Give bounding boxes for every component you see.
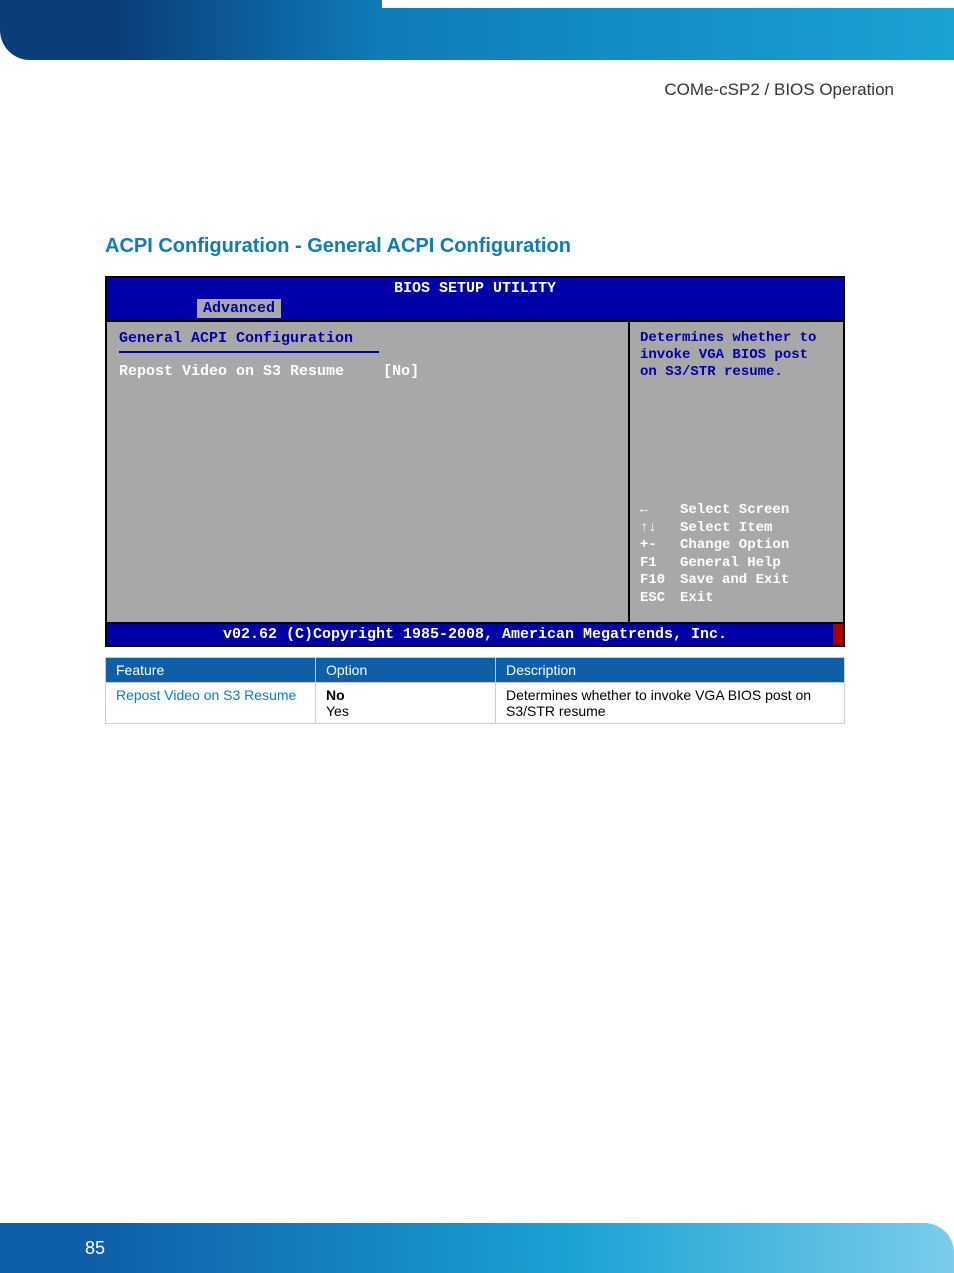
nav-action: Save and Exit <box>680 572 789 588</box>
nav-key: +- <box>640 537 680 555</box>
td-feature: Repost Video on S3 Resume <box>106 683 316 724</box>
nav-key: ← <box>640 502 680 520</box>
header-breadcrumb: COMe-cSP2 / BIOS Operation <box>664 80 894 100</box>
top-banner <box>0 0 954 60</box>
option-bold: No <box>326 687 345 703</box>
page-number: 85 <box>85 1238 105 1259</box>
bios-footer: v02.62 (C)Copyright 1985-2008, American … <box>107 622 843 645</box>
bios-option-label: Repost Video on S3 Resume <box>119 363 344 380</box>
help-line: invoke VGA BIOS post <box>640 347 833 364</box>
th-feature: Feature <box>106 658 316 683</box>
nav-row: ←Select Screen <box>640 502 789 520</box>
nav-key: F1 <box>640 555 680 573</box>
page-content: ACPI Configuration - General ACPI Config… <box>0 60 954 724</box>
nav-row: ESCExit <box>640 590 789 608</box>
nav-key: ↑↓ <box>640 520 680 538</box>
nav-action: General Help <box>680 555 781 571</box>
bios-screenshot: BIOS SETUP UTILITY Advanced General ACPI… <box>105 276 845 647</box>
nav-action: Exit <box>680 590 714 606</box>
td-option: No Yes <box>316 683 496 724</box>
bios-tab-row: Advanced <box>107 299 843 320</box>
nav-row: ↑↓Select Item <box>640 520 789 538</box>
nav-action: Select Screen <box>680 502 789 518</box>
bios-help-text: Determines whether to invoke VGA BIOS po… <box>640 330 833 380</box>
section-title: ACPI Configuration - General ACPI Config… <box>105 235 899 258</box>
bios-main: General ACPI Configuration Repost Video … <box>107 320 843 622</box>
td-description: Determines whether to invoke VGA BIOS po… <box>496 683 845 724</box>
table-header-row: Feature Option Description <box>106 658 845 683</box>
table-row: Repost Video on S3 Resume No Yes Determi… <box>106 683 845 724</box>
option-other: Yes <box>326 703 349 719</box>
th-description: Description <box>496 658 845 683</box>
nav-row: F1General Help <box>640 555 789 573</box>
bottom-bar <box>0 1223 954 1273</box>
help-line: Determines whether to <box>640 330 833 347</box>
bios-footer-text: v02.62 (C)Copyright 1985-2008, American … <box>223 626 727 643</box>
nav-action: Change Option <box>680 537 789 553</box>
heading-underline <box>119 351 379 353</box>
bios-left-panel: General ACPI Configuration Repost Video … <box>107 322 628 622</box>
bios-left-heading: General ACPI Configuration <box>119 330 616 347</box>
th-option: Option <box>316 658 496 683</box>
bios-nav-keys: ←Select Screen ↑↓Select Item +-Change Op… <box>640 502 789 607</box>
feature-table: Feature Option Description Repost Video … <box>105 657 845 724</box>
nav-row: +-Change Option <box>640 537 789 555</box>
bios-tab-advanced: Advanced <box>197 299 281 318</box>
nav-key: ESC <box>640 590 680 608</box>
nav-action: Select Item <box>680 520 772 536</box>
bios-right-panel: Determines whether to invoke VGA BIOS po… <box>628 322 843 622</box>
footer-red-block <box>833 624 843 645</box>
bios-title: BIOS SETUP UTILITY <box>107 278 843 299</box>
nav-row: F10Save and Exit <box>640 572 789 590</box>
nav-key: F10 <box>640 572 680 590</box>
bios-option-row: Repost Video on S3 Resume [No] <box>119 363 616 380</box>
bios-option-value: [No] <box>383 363 419 380</box>
help-line: on S3/STR resume. <box>640 364 833 381</box>
